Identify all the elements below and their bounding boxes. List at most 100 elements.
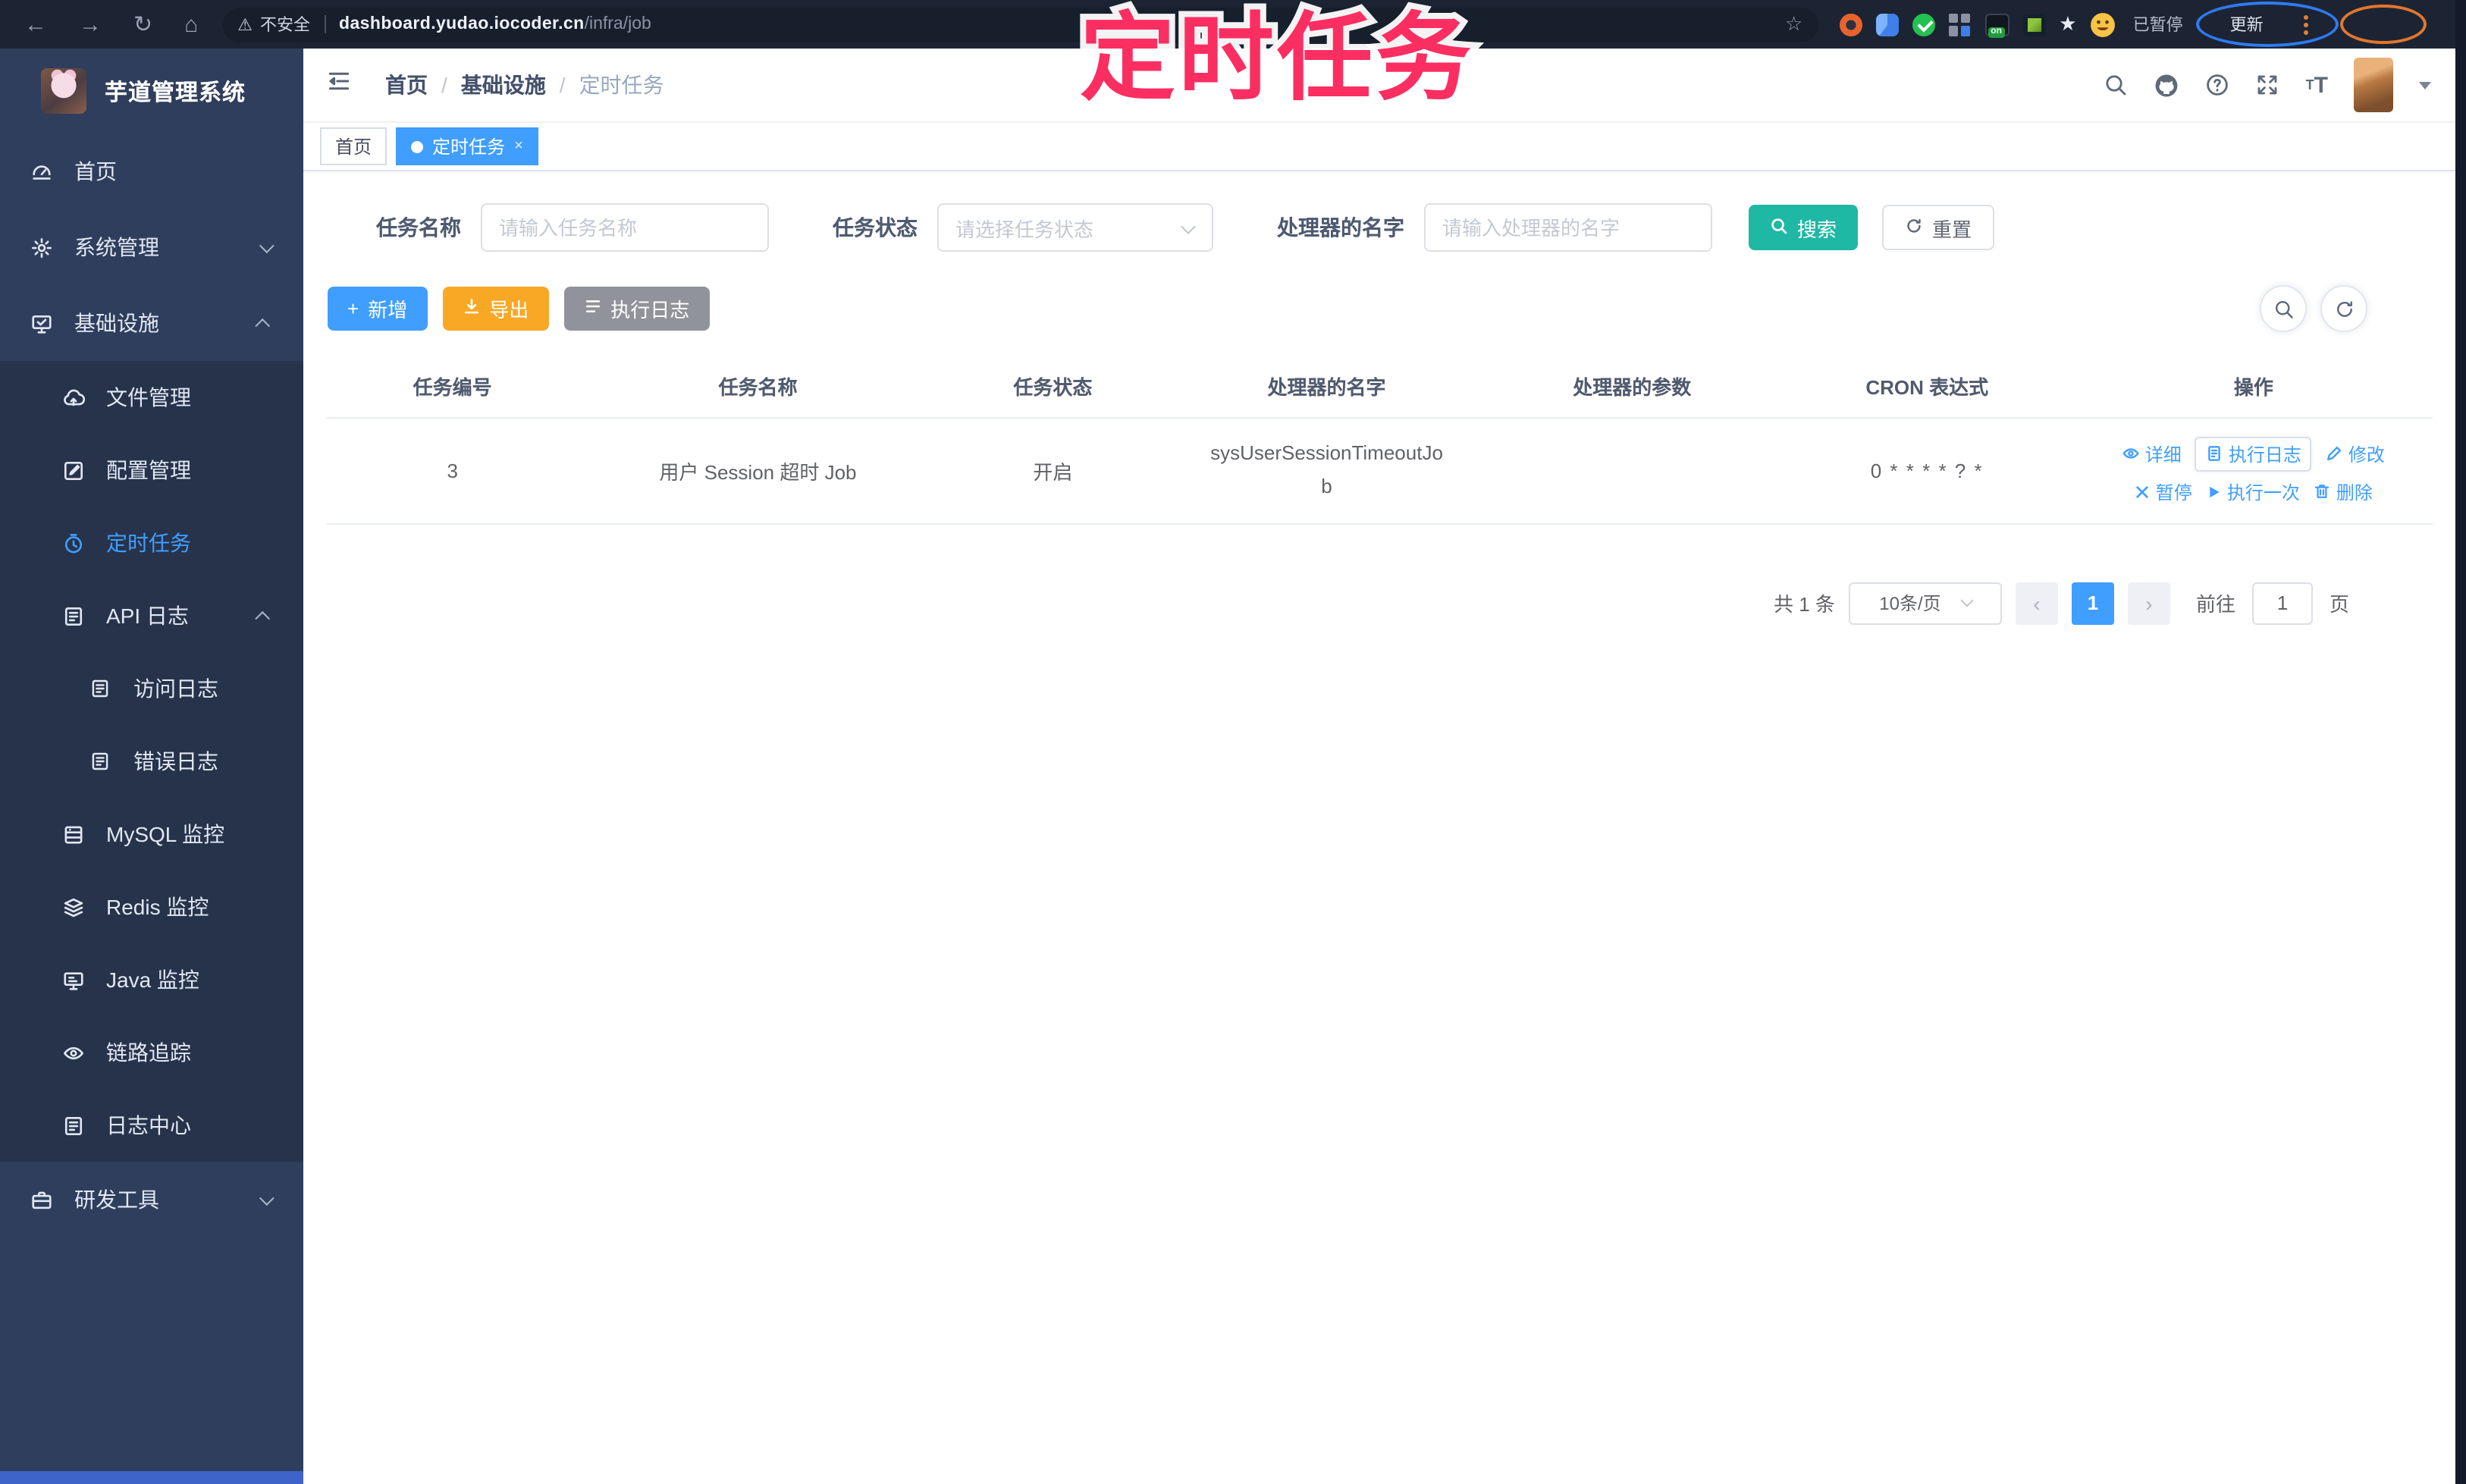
breadcrumb-separator: / xyxy=(559,73,566,97)
edit-link[interactable]: 修改 xyxy=(2326,441,2385,466)
col-handler-name: 处理器的名字 xyxy=(1169,355,1485,418)
paused-label: 已暂停 xyxy=(2132,17,2183,35)
caret-down-icon[interactable] xyxy=(2419,81,2431,89)
cell-job-status: 开启 xyxy=(937,417,1169,524)
cell-actions: 详细 执行日志 修改 暂停 执行一次 删除 xyxy=(2074,417,2433,524)
sidebar-item-tracing[interactable]: 链路追踪 xyxy=(0,1016,303,1089)
back-icon[interactable]: ← xyxy=(24,13,47,36)
goto-label: 前往 xyxy=(2195,593,2235,616)
job-name-label: 任务名称 xyxy=(376,215,461,240)
sidebar-item-file-manage[interactable]: 文件管理 xyxy=(0,361,303,434)
extension-wrench-icon[interactable] xyxy=(2022,13,2046,36)
col-handler-param: 处理器的参数 xyxy=(1484,355,1780,418)
breadcrumb-home[interactable]: 首页 xyxy=(385,70,428,100)
row-exec-log-link[interactable]: 执行日志 xyxy=(2195,436,2312,471)
detail-link[interactable]: 详细 xyxy=(2122,441,2182,466)
hamburger-icon[interactable] xyxy=(326,68,352,102)
sidebar-item-api-logs[interactable]: API 日志 xyxy=(0,579,303,652)
export-button[interactable]: 导出 xyxy=(442,287,549,331)
search-icon[interactable] xyxy=(2104,73,2129,97)
page-1-button[interactable]: 1 xyxy=(2071,582,2114,624)
extension-badge-label: on xyxy=(1988,27,2005,37)
toggle-search-icon[interactable] xyxy=(2260,285,2307,332)
database-icon xyxy=(61,822,85,846)
page-unit-label: 页 xyxy=(2329,593,2349,616)
pagination: 共 1 条 10条/页 ‹ 1 › 前往 页 xyxy=(303,582,2349,624)
tags-view-bar: 首页 定时任务 × xyxy=(303,123,2455,171)
tab-home[interactable]: 首页 xyxy=(320,127,387,165)
sidebar-item-redis-monitor[interactable]: Redis 监控 xyxy=(0,871,303,943)
sidebar-item-dev-tools[interactable]: 研发工具 xyxy=(0,1162,303,1238)
url-divider xyxy=(324,15,326,33)
close-tab-icon[interactable]: × xyxy=(514,138,523,155)
tab-scheduled-jobs[interactable]: 定时任务 × xyxy=(396,127,538,165)
bookmark-star-icon[interactable]: ☆ xyxy=(1785,12,1802,36)
reset-button[interactable]: 重置 xyxy=(1882,205,1995,250)
app-logo[interactable]: 芋道管理系统 xyxy=(0,49,303,133)
handler-name-label: 处理器的名字 xyxy=(1277,215,1404,240)
warning-icon: ⚠ xyxy=(237,16,253,34)
cell-job-name: 用户 Session 超时 Job xyxy=(579,417,937,524)
pencil-icon xyxy=(2326,444,2344,463)
user-avatar[interactable] xyxy=(2354,58,2393,112)
next-page-button[interactable]: › xyxy=(2127,582,2170,624)
tampermonkey-emoji-icon[interactable] xyxy=(2091,11,2116,37)
page-size-select[interactable]: 10条/页 xyxy=(1848,582,2002,624)
pause-link[interactable]: 暂停 xyxy=(2135,478,2192,504)
extension-star-icon[interactable]: ★ xyxy=(2059,12,2076,36)
sidebar-item-error-log[interactable]: 错误日志 xyxy=(0,725,303,798)
delete-link[interactable]: 删除 xyxy=(2314,478,2373,504)
col-actions: 操作 xyxy=(2074,355,2433,418)
sidebar-item-scheduled-jobs[interactable]: 定时任务 xyxy=(0,507,303,579)
job-status-label: 任务状态 xyxy=(833,215,918,240)
sidebar-item-infra[interactable]: 基础设施 xyxy=(0,285,303,361)
insecure-warning[interactable]: ⚠ 不安全 xyxy=(237,12,310,36)
refresh-table-icon[interactable] xyxy=(2320,285,2367,332)
run-once-link[interactable]: 执行一次 xyxy=(2206,478,2300,504)
handler-name-input[interactable] xyxy=(1424,203,1712,252)
address-bar[interactable]: ⚠ 不安全 dashboard.yudao.iocoder.cn /infra/… xyxy=(222,7,1818,42)
chevron-down-icon xyxy=(259,1190,275,1206)
font-size-icon[interactable]: TT xyxy=(2306,74,2328,96)
fullscreen-icon[interactable] xyxy=(2256,73,2280,97)
exec-log-button[interactable]: 执行日志 xyxy=(563,287,710,331)
extension-on-badge-icon[interactable]: on xyxy=(1984,13,2010,37)
chrome-update-button[interactable]: 更新 xyxy=(2230,12,2264,36)
layers-icon xyxy=(61,895,85,919)
breadcrumb-infra[interactable]: 基础设施 xyxy=(461,70,546,100)
extension-grid-icon[interactable] xyxy=(1948,13,1971,36)
job-name-input[interactable] xyxy=(481,203,769,252)
doc-edit-icon xyxy=(88,749,112,773)
cell-job-id: 3 xyxy=(326,417,579,524)
add-button[interactable]: + 新增 xyxy=(328,287,428,331)
browser-menu-icon[interactable] xyxy=(2304,14,2309,34)
extension-blue-icon[interactable] xyxy=(1875,13,1899,36)
logo-image xyxy=(41,68,86,114)
sidebar-item-config-manage[interactable]: 配置管理 xyxy=(0,434,303,507)
prev-page-button[interactable]: ‹ xyxy=(2015,582,2058,624)
sidebar-item-home[interactable]: 首页 xyxy=(0,133,303,209)
cloud-upload-icon xyxy=(61,385,85,409)
search-button[interactable]: 搜索 xyxy=(1749,205,1859,250)
sidebar-item-log-center[interactable]: 日志中心 xyxy=(0,1089,303,1162)
goto-page-input[interactable] xyxy=(2251,582,2313,624)
sidebar-item-system[interactable]: 系统管理 xyxy=(0,209,303,285)
sidebar-item-mysql-monitor[interactable]: MySQL 监控 xyxy=(0,798,303,871)
job-status-select[interactable]: 请选择任务状态 xyxy=(937,203,1213,252)
eye-icon xyxy=(2122,444,2141,463)
extensions-area: on ★ 已暂停 更新 xyxy=(1839,11,2309,37)
topbar-icons: TT xyxy=(2104,49,2431,121)
close-x-icon xyxy=(2135,483,2151,500)
sidebar-item-access-log[interactable]: 访问日志 xyxy=(0,652,303,725)
extension-green-check-icon[interactable] xyxy=(1912,13,1935,36)
github-icon[interactable] xyxy=(2154,72,2180,98)
reload-icon[interactable]: ↻ xyxy=(133,13,152,36)
help-icon[interactable] xyxy=(2206,73,2230,97)
window-right-edge xyxy=(2455,0,2466,1484)
sidebar-item-java-monitor[interactable]: Java 监控 xyxy=(0,943,303,1016)
gear-icon xyxy=(29,235,53,259)
home-icon[interactable]: ⌂ xyxy=(184,13,198,36)
extension-orange-icon[interactable] xyxy=(1839,13,1862,36)
forward-icon[interactable]: → xyxy=(79,13,102,36)
edit-square-icon xyxy=(61,458,85,482)
